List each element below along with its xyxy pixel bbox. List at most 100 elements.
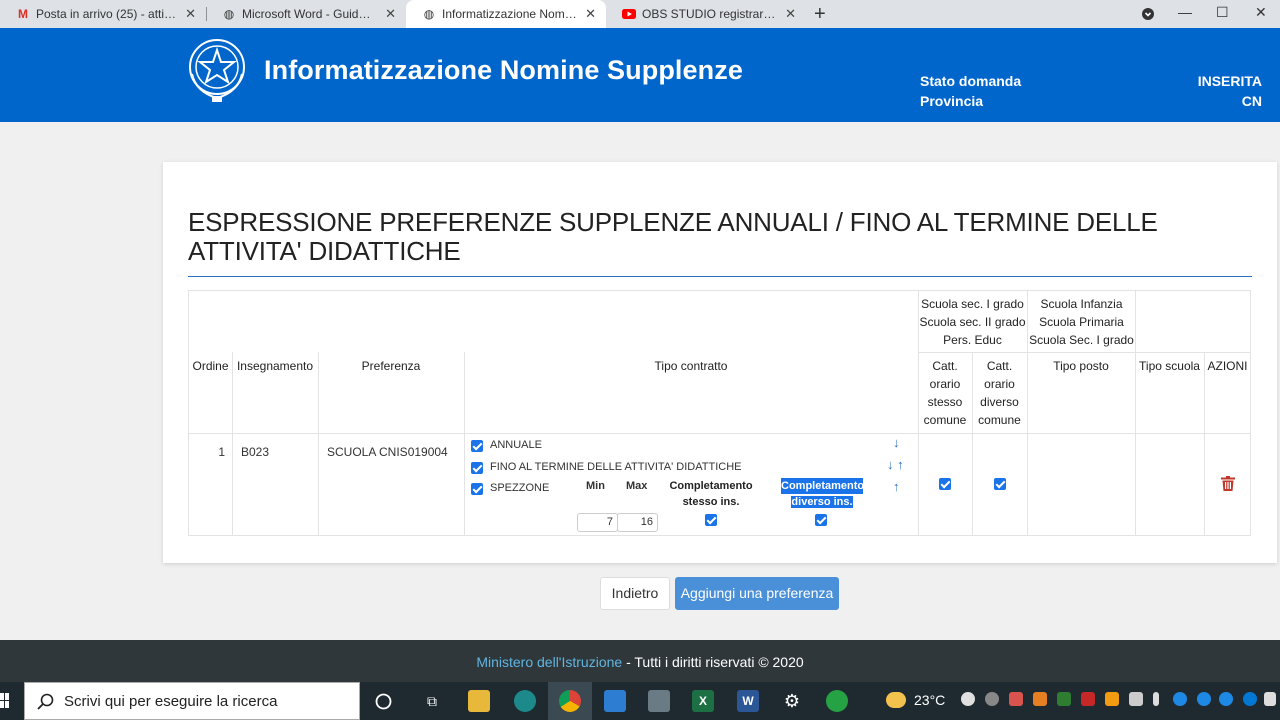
fino-termine-checkbox[interactable] bbox=[471, 462, 483, 474]
row-preferenza: SCUOLA CNIS019004 bbox=[327, 445, 448, 459]
province-label: Provincia bbox=[920, 93, 984, 109]
word-icon[interactable]: W bbox=[737, 690, 759, 712]
gmail-icon: M bbox=[18, 7, 28, 21]
annuale-checkbox[interactable] bbox=[471, 440, 483, 452]
back-button[interactable]: Indietro bbox=[600, 577, 670, 610]
tray-app-icon[interactable] bbox=[1219, 692, 1233, 706]
temperature-text: 23°C bbox=[914, 692, 946, 708]
calculator-icon[interactable] bbox=[648, 690, 670, 712]
max-label: Max bbox=[626, 480, 648, 492]
tab-informatizzazione[interactable]: ◍ Informatizzazione Nomine Suppl ✕ bbox=[406, 0, 606, 28]
youtube-icon bbox=[622, 7, 636, 21]
title-divider bbox=[188, 276, 1252, 277]
completamento-diverso-checkbox[interactable] bbox=[815, 514, 827, 526]
col-header-catt-diverso: Catt. orario diverso comune bbox=[978, 359, 1021, 427]
annuale-label: ANNUALE bbox=[490, 439, 542, 451]
fino-termine-label: FINO AL TERMINE DELLE ATTIVITA' DIDATTIC… bbox=[490, 461, 742, 473]
catt-diverso-comune-checkbox[interactable] bbox=[994, 478, 1006, 490]
min-hours-input[interactable]: 7 bbox=[577, 513, 618, 532]
min-label: Min bbox=[586, 480, 605, 492]
group-header-primary: Scuola Infanzia Scuola Primaria Scuola S… bbox=[1029, 297, 1134, 347]
whatsapp-icon[interactable] bbox=[826, 690, 848, 712]
bluetooth-icon[interactable] bbox=[1243, 692, 1257, 706]
tray-app-icon[interactable] bbox=[985, 692, 999, 706]
file-explorer-icon[interactable] bbox=[468, 690, 490, 712]
row-ordine: 1 bbox=[218, 445, 225, 459]
spezzone-label: SPEZZONE bbox=[490, 482, 550, 494]
site-footer: Ministero dell'Istruzione - Tutti i diri… bbox=[0, 640, 1280, 682]
catt-stesso-comune-checkbox[interactable] bbox=[939, 478, 951, 490]
tray-app-icon[interactable] bbox=[1173, 692, 1187, 706]
taskbar-search-box[interactable]: Scrivi qui per eseguire la ricerca bbox=[24, 682, 360, 720]
edge-icon[interactable] bbox=[514, 690, 536, 712]
tray-app-icon[interactable] bbox=[1081, 692, 1095, 706]
excel-icon[interactable]: X bbox=[692, 690, 714, 712]
weather-icon[interactable] bbox=[886, 692, 906, 708]
new-tab-button[interactable]: + bbox=[814, 3, 826, 26]
col-header-tipo-posto: Tipo posto bbox=[1053, 359, 1109, 373]
max-hours-input[interactable]: 16 bbox=[617, 513, 658, 532]
tray-app-icon[interactable] bbox=[1009, 692, 1023, 706]
completamento-stesso-header: Completamento stesso ins. bbox=[669, 480, 753, 508]
status-values: INSERITA CN bbox=[1198, 71, 1262, 111]
windows-start-icon[interactable] bbox=[0, 693, 10, 709]
tab-title: OBS STUDIO registrare parte dell bbox=[642, 7, 777, 21]
close-window-icon[interactable]: ✕ bbox=[1255, 4, 1267, 21]
tray-app-icon[interactable] bbox=[1033, 692, 1047, 706]
tray-app-icon[interactable] bbox=[1105, 692, 1119, 706]
chrome-icon[interactable] bbox=[559, 690, 581, 712]
move-up-arrow-icon[interactable]: ↑ bbox=[893, 479, 900, 494]
tray-app-icon[interactable] bbox=[1129, 692, 1143, 706]
row-insegnamento: B023 bbox=[241, 445, 270, 459]
col-header-insegnamento: Insegnamento bbox=[236, 359, 314, 373]
globe-icon: ◍ bbox=[423, 7, 435, 21]
search-placeholder: Scrivi qui per eseguire la ricerca bbox=[64, 693, 278, 710]
tray-app-icon[interactable] bbox=[961, 692, 975, 706]
col-header-tipo-contratto: Tipo contratto bbox=[654, 359, 728, 373]
globe-icon: ◍ bbox=[223, 7, 235, 21]
maximize-icon[interactable]: ☐ bbox=[1216, 4, 1229, 21]
ministry-link[interactable]: Ministero dell'Istruzione bbox=[476, 654, 622, 670]
settings-gear-icon[interactable]: ⚙ bbox=[781, 690, 803, 712]
tab-search-icon[interactable] bbox=[1142, 7, 1154, 23]
close-tab-icon[interactable]: ✕ bbox=[185, 6, 196, 22]
tab-title: Microsoft Word - Guida_Istanza_ bbox=[242, 7, 377, 21]
page-title: ESPRESSIONE PREFERENZE SUPPLENZE ANNUALI… bbox=[188, 207, 1158, 266]
close-tab-icon[interactable]: ✕ bbox=[585, 6, 596, 22]
spezzone-checkbox[interactable] bbox=[471, 483, 483, 495]
usb-icon[interactable] bbox=[1153, 692, 1159, 706]
completamento-diverso-header: Completamento diverso ins. bbox=[781, 478, 865, 508]
volume-icon[interactable] bbox=[1264, 692, 1276, 706]
col-header-tipo-scuola: Tipo scuola bbox=[1139, 359, 1200, 373]
tab-title: Posta in arrivo (25) - attilio.varen bbox=[36, 7, 177, 21]
cortana-icon[interactable] bbox=[375, 693, 392, 710]
status-label: Stato domanda bbox=[920, 73, 1022, 89]
move-down-arrow-icon[interactable]: ↓ bbox=[893, 435, 900, 450]
add-preference-button[interactable]: Aggiungi una preferenza bbox=[675, 577, 839, 610]
trash-icon[interactable] bbox=[1221, 476, 1235, 491]
windows-taskbar: Scrivi qui per eseguire la ricerca ⧉ X W… bbox=[0, 682, 1280, 720]
search-icon bbox=[37, 693, 54, 710]
task-view-icon[interactable]: ⧉ bbox=[421, 690, 443, 712]
tab-word-guide[interactable]: ◍ Microsoft Word - Guida_Istanza_ ✕ bbox=[206, 0, 406, 28]
tray-app-icon[interactable] bbox=[1057, 692, 1071, 706]
move-up-down-arrows-icon[interactable]: ↓ ↑ bbox=[887, 457, 904, 472]
site-header: Informatizzazione Nomine Supplenze Stato… bbox=[0, 28, 1280, 122]
tray-app-icon[interactable] bbox=[1197, 692, 1211, 706]
province-value: CN bbox=[1241, 93, 1262, 109]
status-value: INSERITA bbox=[1197, 73, 1262, 89]
minimize-icon[interactable]: — bbox=[1178, 4, 1192, 20]
calendar-icon[interactable] bbox=[604, 690, 626, 712]
tab-obs-youtube[interactable]: OBS STUDIO registrare parte dell ✕ bbox=[606, 0, 806, 28]
site-title: Informatizzazione Nomine Supplenze bbox=[264, 55, 743, 85]
col-header-ordine: Ordine bbox=[192, 359, 229, 373]
republic-emblem-icon bbox=[189, 39, 245, 102]
col-header-preferenza: Preferenza bbox=[361, 359, 421, 373]
rights-text: - Tutti i diritti riservati © 2020 bbox=[622, 654, 804, 670]
close-tab-icon[interactable]: ✕ bbox=[785, 6, 796, 22]
browser-tab-bar: M Posta in arrivo (25) - attilio.varen ✕… bbox=[0, 0, 1280, 28]
close-tab-icon[interactable]: ✕ bbox=[385, 6, 396, 22]
col-header-azioni: AZIONI bbox=[1207, 359, 1248, 373]
completamento-stesso-checkbox[interactable] bbox=[705, 514, 717, 526]
tab-gmail[interactable]: M Posta in arrivo (25) - attilio.varen ✕ bbox=[0, 0, 206, 28]
